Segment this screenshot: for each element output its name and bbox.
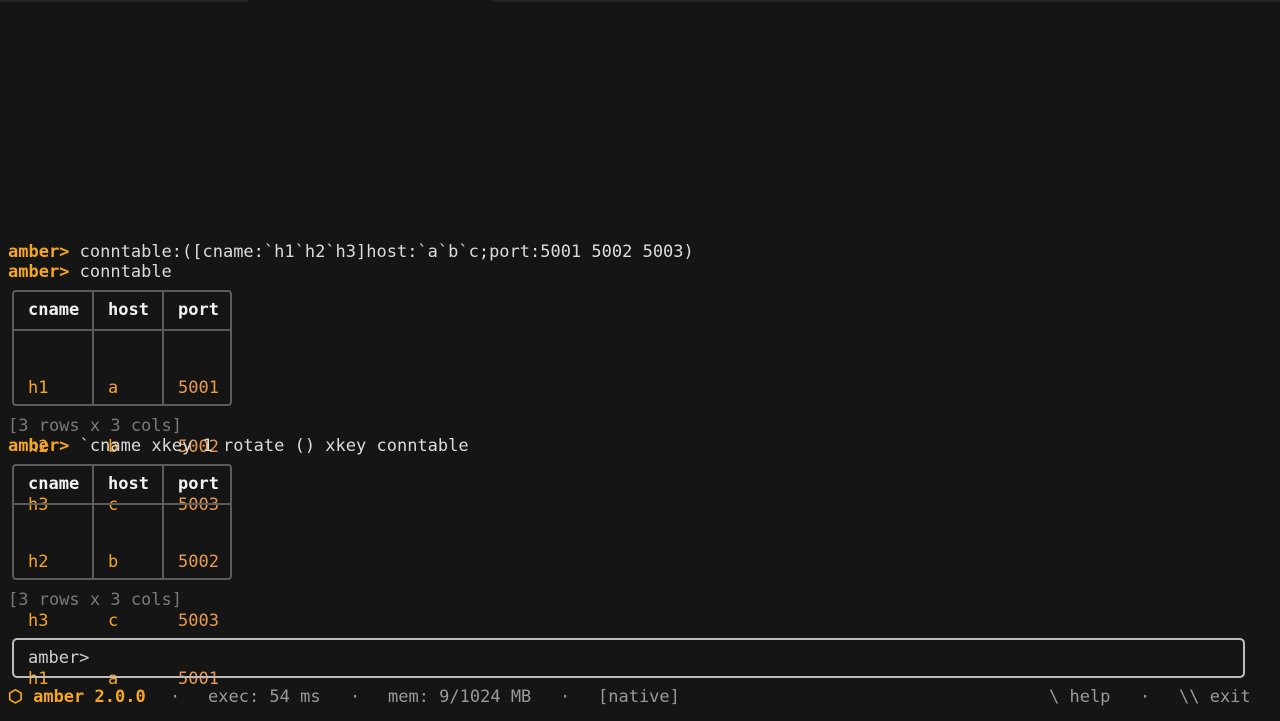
hexagon-icon: ⬡ (8, 687, 23, 707)
result-table-1: cname host port h1 h2 h3 a b c 5001 5002… (12, 290, 232, 515)
command-text: conntable (79, 262, 172, 282)
table-cell: 5001 (178, 378, 219, 398)
table-cell: a (108, 378, 119, 398)
column-header-port: port (178, 474, 219, 494)
table-cell: b (108, 552, 119, 572)
table-summary-2: [3 rows x 3 cols] (8, 590, 182, 610)
prompt-label: amber> (8, 262, 70, 282)
command-input[interactable] (104, 646, 1228, 672)
prompt-label: amber> (8, 436, 70, 456)
table-cell: h3 (28, 610, 49, 631)
history-line-2: amber> conntable (8, 262, 172, 282)
prompt-label: amber> (8, 242, 70, 262)
table-cell: h2 (28, 552, 49, 572)
column-header-host: host (108, 300, 149, 320)
column-header-cname: cname (28, 474, 80, 494)
status-brand: ⬡ amber 2.0.0 (8, 686, 146, 708)
app-version: amber 2.0.0 (33, 687, 146, 707)
history-line-1: amber> conntable:([cname:`h1`h2`h3]host:… (8, 242, 694, 262)
status-exec-time: exec: 54 ms (208, 687, 321, 707)
table-cell: c (108, 610, 119, 631)
table-summary-1: [3 rows x 3 cols] (8, 416, 182, 436)
result-table-2: cname host port h2 h3 h1 b c a 5002 5003… (12, 464, 232, 689)
column-header-host: host (108, 474, 149, 494)
help-shortcut[interactable]: \ help (1049, 686, 1110, 708)
input-prompt: amber> (28, 648, 90, 668)
command-input-box[interactable]: amber> (12, 638, 1245, 678)
status-memory: mem: 9/1024 MB (388, 687, 532, 707)
status-separator: · (170, 687, 181, 707)
table-cell: 5002 (178, 552, 219, 572)
status-separator: · (560, 687, 571, 707)
status-separator: · (1140, 687, 1151, 707)
column-header-port: port (178, 300, 219, 320)
history-line-3: amber> `cname xkey 1 rotate () xkey conn… (8, 436, 469, 456)
table-cell: h1 (28, 378, 49, 398)
command-text: conntable:([cname:`h1`h2`h3]host:`a`b`c;… (79, 242, 694, 262)
command-text: `cname xkey 1 rotate () xkey conntable (79, 436, 469, 456)
status-separator: · (350, 687, 361, 707)
table-cell: 5003 (178, 610, 219, 631)
exit-shortcut[interactable]: \\ exit (1179, 686, 1251, 708)
window-top-edge (0, 0, 1280, 2)
column-header-cname: cname (28, 300, 80, 320)
status-mode: [native] (598, 687, 680, 707)
